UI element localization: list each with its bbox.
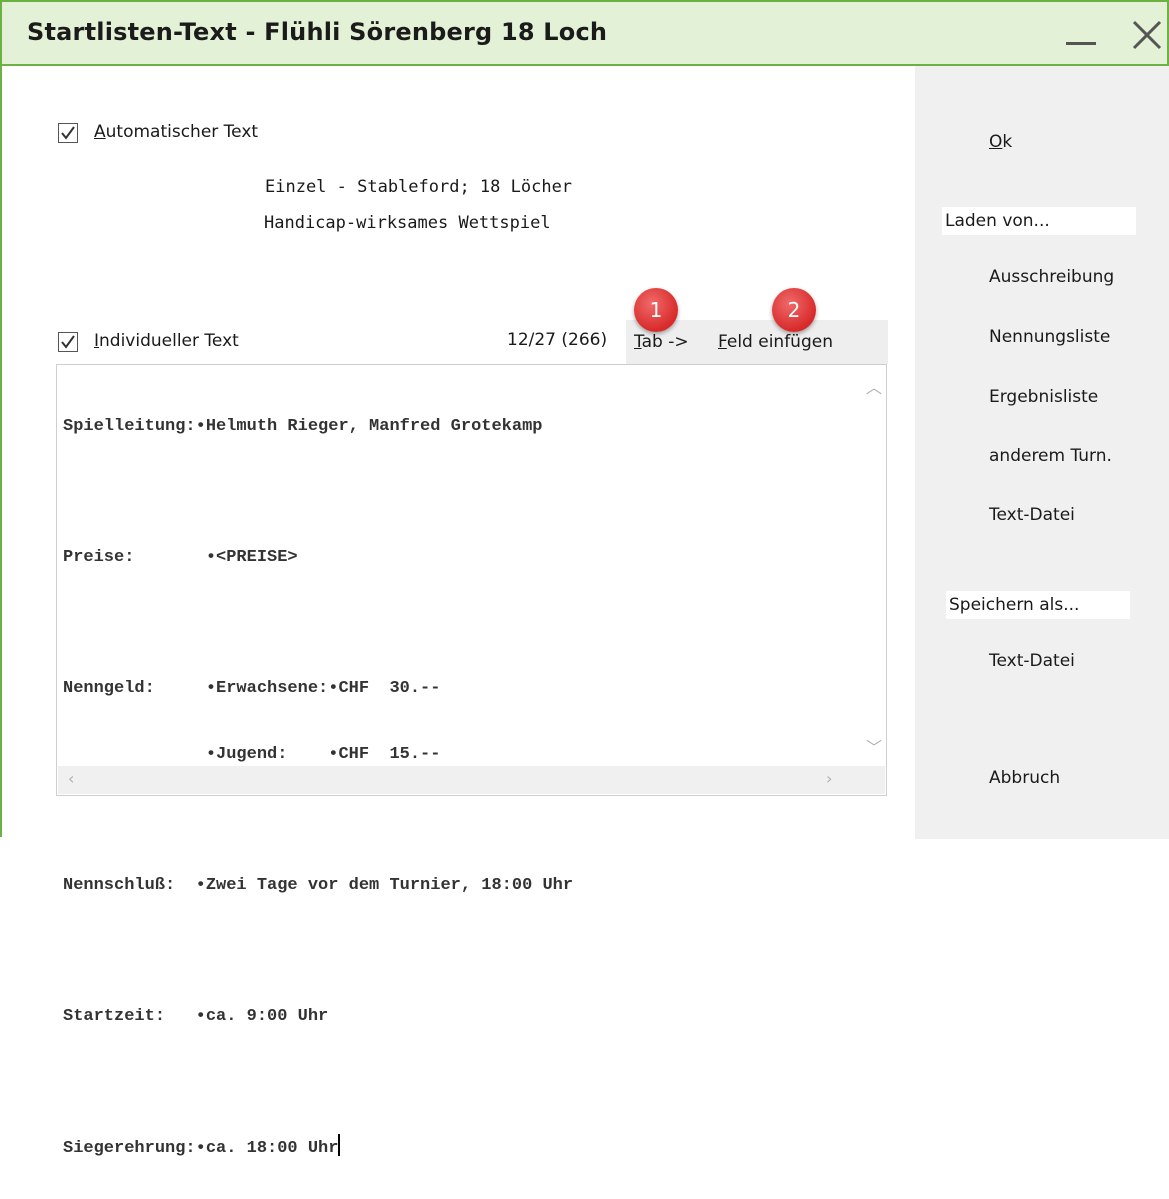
save-as-group-label: Speichern als...	[946, 591, 1130, 619]
auto-text-line-2: Handicap-wirksames Wettspiel	[264, 213, 551, 233]
load-other-tournament-button[interactable]: anderem Turn.	[989, 446, 1112, 466]
individual-text-editor[interactable]: Spielleitung:•Helmuth Rieger, Manfred Gr…	[56, 364, 887, 1158]
tab-button[interactable]: Tab ->	[634, 332, 689, 352]
load-nennungsliste-button[interactable]: Nennungsliste	[989, 327, 1110, 347]
auto-text-line-1: Einzel - Stableford; 18 Löcher	[265, 177, 573, 197]
close-button[interactable]	[1126, 12, 1169, 56]
ok-button[interactable]: Ok	[989, 132, 1012, 152]
vertical-scrollbar[interactable]: ︿ ﹀	[861, 366, 885, 768]
editor-line: Nenngeld: •Erwachsene:•CHF 30.--	[63, 679, 441, 698]
load-ausschreibung-button[interactable]: Ausschreibung	[989, 267, 1114, 287]
editor-line: •Jugend: •CHF 15.--	[63, 744, 441, 764]
editor-line: Spielleitung:•Helmuth Rieger, Manfred Gr…	[63, 417, 543, 436]
character-counter: 12/27 (266)	[507, 330, 608, 350]
scroll-right-icon[interactable]: ›	[826, 769, 832, 788]
save-text-file-button[interactable]: Text-Datei	[989, 651, 1075, 671]
close-icon	[1132, 20, 1162, 50]
horizontal-scrollbar[interactable]: ‹ ›	[58, 766, 885, 794]
minimize-button[interactable]	[1060, 12, 1104, 56]
editor-line: Preise: •<PREISE>	[63, 548, 298, 567]
dialog-window: Startlisten-Text - Flühli Sörenberg 18 L…	[0, 0, 1169, 1158]
insert-field-button[interactable]: Feld einfügen	[718, 332, 833, 352]
editor-line: Nennschluß: •Zwei Tage vor dem Turnier, …	[63, 875, 574, 895]
checkmark-icon	[61, 335, 75, 349]
sidebar: Ok Laden von... Ausschreibung Nennungsli…	[915, 66, 1169, 839]
checkmark-icon	[61, 126, 75, 140]
auto-text-label[interactable]: Automatischer Text	[94, 122, 258, 142]
callout-badge-2: 2	[772, 288, 816, 332]
cancel-button[interactable]: Abbruch	[989, 768, 1060, 788]
auto-text-checkbox[interactable]	[58, 123, 78, 143]
callout-badge-1: 1	[634, 288, 678, 332]
window-title: Startlisten-Text - Flühli Sörenberg 18 L…	[27, 18, 608, 46]
editor-line: Startzeit: •ca. 9:00 Uhr	[63, 1006, 329, 1026]
scroll-down-icon[interactable]: ﹀	[866, 734, 882, 758]
title-bar: Startlisten-Text - Flühli Sörenberg 18 L…	[2, 2, 1167, 66]
editor-line-with-caret: Siegerehrung:•ca. 18:00 Uhr	[63, 1133, 573, 1162]
individual-text-checkbox[interactable]	[58, 332, 78, 352]
individual-text-label[interactable]: Individueller Text	[94, 331, 239, 351]
load-from-group-label: Laden von...	[942, 207, 1136, 235]
text-caret	[338, 1133, 341, 1156]
scroll-left-icon[interactable]: ‹	[68, 769, 74, 788]
scroll-up-icon[interactable]: ︿	[866, 374, 882, 398]
load-ergebnisliste-button[interactable]: Ergebnisliste	[989, 387, 1098, 407]
load-text-file-button[interactable]: Text-Datei	[989, 505, 1075, 525]
